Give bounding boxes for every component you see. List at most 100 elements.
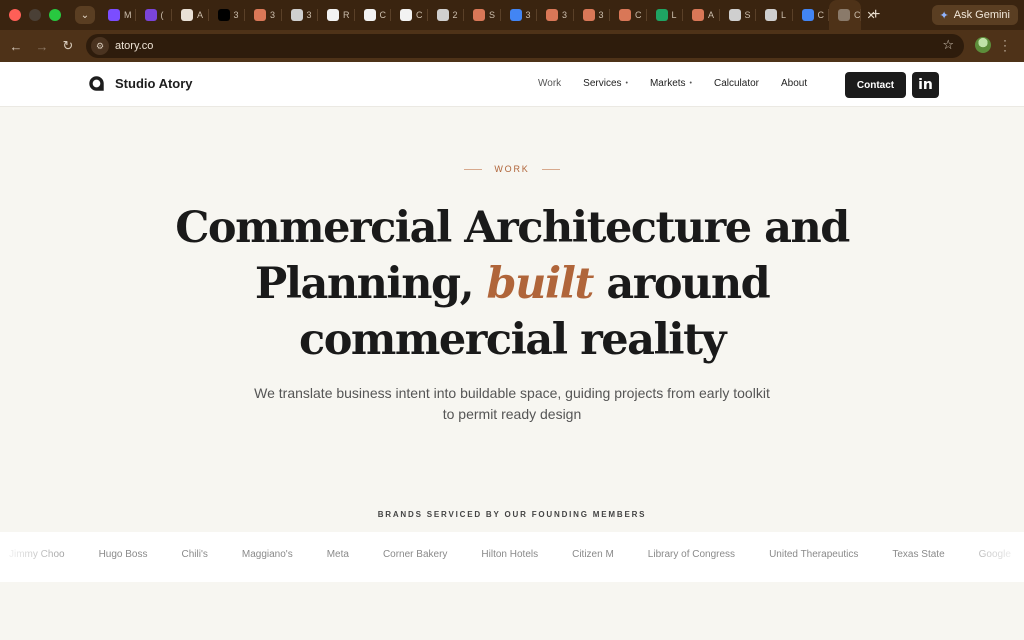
browser-tab[interactable]: ( [136, 0, 173, 30]
dropdown-indicator-icon: • [625, 80, 628, 87]
chevron-down-icon: ⌄ [80, 9, 90, 21]
marquee-fade-left [0, 532, 80, 582]
minimize-window-button[interactable] [29, 9, 41, 21]
brand-item: Corner Bakery [382, 549, 448, 560]
browser-tab[interactable]: S [720, 0, 757, 30]
profile-avatar[interactable] [975, 37, 991, 53]
browser-tab[interactable]: 2 [428, 0, 465, 30]
hero-headline: Commercial Architecture and Planning, bu… [150, 200, 874, 368]
browser-tab[interactable]: R [318, 0, 355, 30]
site-header: Studio Atory Work Services • Markets • Calcul… [0, 62, 1024, 107]
headline-emphasis: built [486, 259, 595, 309]
browser-tab[interactable]: M [99, 0, 136, 30]
github-icon [363, 9, 376, 21]
tab-title: 3 [233, 10, 239, 20]
address-bar[interactable]: ⚙ atory.co ☆ [86, 34, 964, 58]
globe-icon [765, 9, 777, 21]
nav-item-label: Services [583, 78, 622, 89]
dropdown-indicator-icon: • [689, 80, 692, 87]
tab-title: R [343, 10, 350, 20]
menu-dots-icon[interactable]: · · · [1003, 34, 1007, 56]
url-text: atory.co [115, 40, 154, 52]
browser-tab[interactable]: C [793, 0, 830, 30]
sparkle-icon: ✦ [939, 9, 949, 22]
section-eyebrow: WORK [0, 164, 1024, 174]
tab-title: C [416, 10, 423, 20]
page-icon [838, 9, 850, 21]
tab-title: A [708, 10, 715, 20]
eyebrow-line-right [541, 168, 560, 170]
maximize-window-button[interactable] [49, 9, 61, 21]
logo-mark-icon [89, 76, 104, 91]
nav-item-markets[interactable]: Markets • [650, 78, 692, 89]
ring-icon [327, 9, 339, 21]
globe-icon [436, 9, 449, 21]
browser-tab[interactable]: 3 [537, 0, 574, 30]
ask-gemini-label: Ask Gemini [953, 9, 1010, 21]
nav-item-services[interactable]: Services • [583, 78, 628, 89]
claude-icon [692, 9, 704, 21]
tab-list: M (A 3 3 3 R C C 2 S 3 3 3 C L A S L C [99, 0, 829, 30]
browser-tab[interactable]: C [355, 0, 392, 30]
close-window-button[interactable] [9, 9, 21, 21]
browser-tab-strip: ⌄ M(A 3 3 3 R C C 2 S 3 3 3 C L A S L C C ✕ + ✦ Ask Gemin… [0, 0, 1024, 30]
nav-item-calculator[interactable]: Calculator [714, 78, 759, 89]
browser-tab[interactable]: 3 [282, 0, 319, 30]
tab-title: 3 [306, 10, 312, 20]
brand-item: Texas State [892, 549, 945, 560]
tab-title: 3 [562, 10, 568, 20]
brands-marquee: Jimmy ChooHugo BossChili'sMaggiano'sMeta… [0, 532, 1024, 582]
browser-tab[interactable]: A [683, 0, 720, 30]
brand-item: Chili's [181, 549, 208, 560]
tab-title: 2 [452, 10, 458, 20]
browser-tab[interactable]: 3 [245, 0, 282, 30]
browser-tab[interactable]: A [172, 0, 209, 30]
close-icon[interactable]: ✕ [867, 9, 876, 22]
brands-track: Jimmy ChooHugo BossChili'sMaggiano'sMeta… [9, 549, 1011, 560]
brand-item: United Therapeutics [769, 549, 859, 560]
browser-tab[interactable]: C [610, 0, 647, 30]
brand-item: Hugo Boss [98, 549, 148, 560]
browser-toolbar: ← → ↻ ⚙ atory.co ☆ · · · [0, 30, 1024, 62]
tab-title: C [379, 10, 387, 20]
nav-item-about[interactable]: About [781, 78, 807, 89]
nav-item-label: Calculator [713, 78, 760, 89]
site-settings-icon[interactable]: ⚙ [91, 37, 109, 55]
ask-gemini-button[interactable]: ✦ Ask Gemini [931, 5, 1018, 25]
nav-item-work[interactable]: Work [538, 78, 561, 89]
browser-tab[interactable]: L [756, 0, 793, 30]
browser-tab[interactable]: L [647, 0, 684, 30]
browser-tab[interactable]: S [464, 0, 501, 30]
contact-button[interactable]: Contact [845, 72, 906, 98]
nav-item-label: About [781, 78, 808, 89]
tab-active[interactable]: C ✕ [829, 0, 876, 30]
tab-title: 3 [270, 10, 276, 20]
back-button[interactable]: ← [3, 39, 29, 54]
nav-item-label: Markets [649, 78, 686, 89]
tab-search-button[interactable]: ⌄ [75, 6, 95, 24]
claude-icon [619, 9, 631, 21]
linkedin-icon[interactable]: in [912, 72, 939, 98]
browser-tab[interactable]: 3 [209, 0, 246, 30]
tab-title: S [489, 10, 496, 20]
browser-tab[interactable]: 3 [501, 0, 538, 30]
main-nav: Work Services • Markets • Calculator About [538, 78, 829, 89]
site-logo[interactable]: Studio Atory [88, 75, 193, 92]
claude-icon [582, 9, 595, 21]
bookmark-star-icon[interactable]: ☆ [942, 37, 954, 53]
chatgpt-icon [400, 9, 412, 21]
tab-title: S [744, 10, 751, 20]
claude-icon [254, 9, 266, 21]
triangle-icon [217, 9, 230, 21]
browser-tab[interactable]: C [391, 0, 428, 30]
forward-button[interactable]: → [29, 39, 55, 54]
hero-subtitle: We translate business intent into builda… [254, 385, 770, 422]
browser-tab[interactable]: 3 [574, 0, 611, 30]
shield-icon [144, 9, 157, 21]
tab-title: 3 [525, 10, 531, 20]
reload-button[interactable]: ↻ [55, 38, 81, 54]
tab-title: L [671, 10, 677, 20]
brand-item: Hilton Hotels [481, 549, 539, 560]
google-icon [509, 9, 522, 21]
tab-title: L [781, 10, 787, 20]
